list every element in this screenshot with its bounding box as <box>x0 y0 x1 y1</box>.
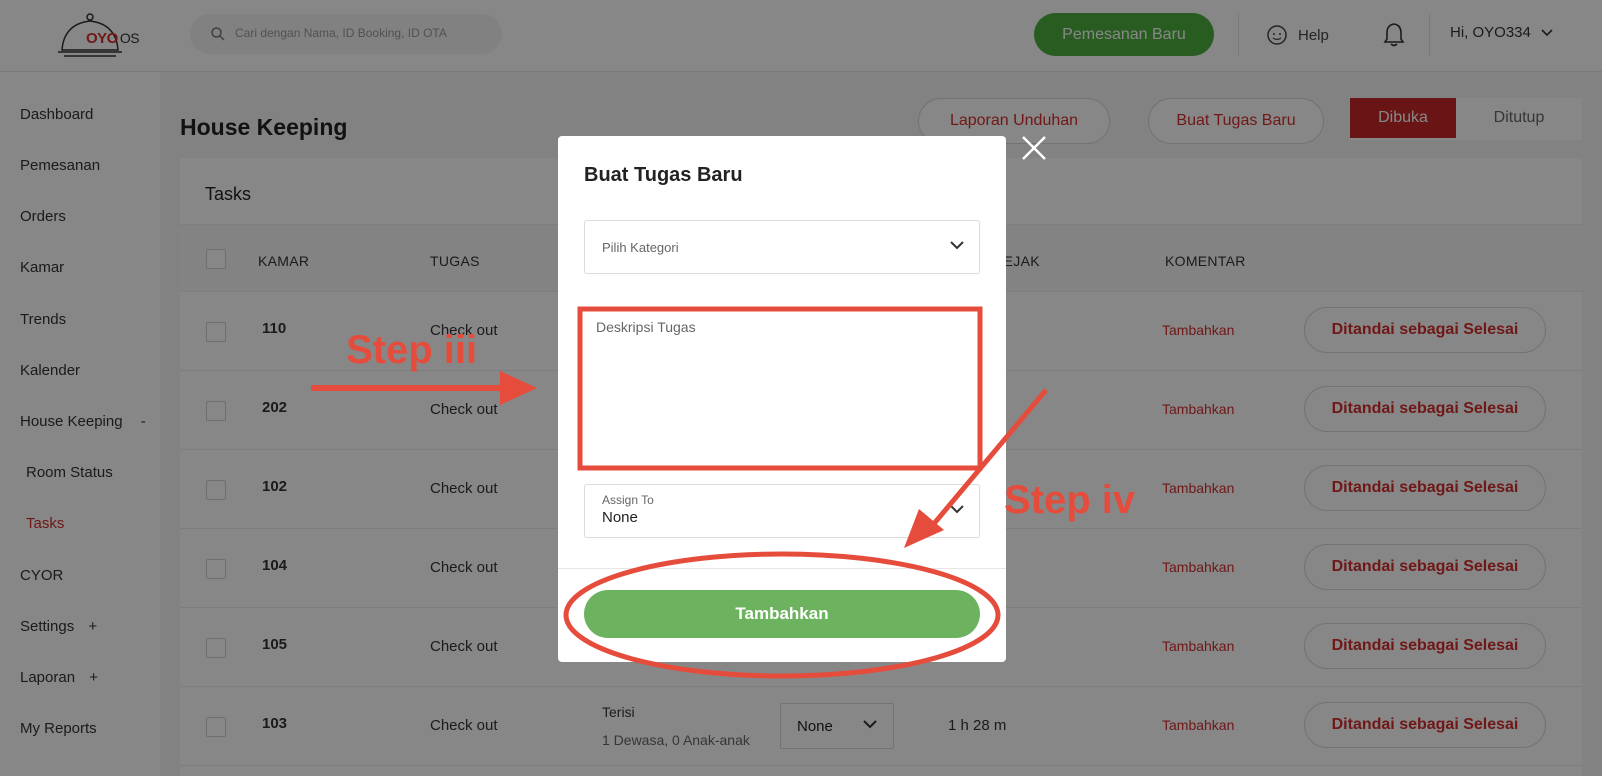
modal-divider <box>558 568 1006 569</box>
step-iii-label: Step iii <box>346 328 478 372</box>
modal-title: Buat Tugas Baru <box>584 164 743 186</box>
assign-to-label: Assign To <box>602 493 654 507</box>
category-placeholder: Pilih Kategori <box>602 240 679 255</box>
new-task-modal: Buat Tugas Baru Pilih Kategori Assign To… <box>558 136 1006 662</box>
step-iv-label: Step iv <box>1004 478 1136 522</box>
close-icon[interactable] <box>1020 134 1048 162</box>
chevron-down-icon <box>950 241 964 250</box>
assign-to-select[interactable]: Assign To None <box>584 484 980 538</box>
assign-to-value: None <box>602 509 638 526</box>
category-select[interactable]: Pilih Kategori <box>584 220 980 274</box>
add-task-submit-button[interactable]: Tambahkan <box>584 590 980 638</box>
task-description-input[interactable] <box>584 309 978 467</box>
chevron-down-icon <box>950 505 964 514</box>
